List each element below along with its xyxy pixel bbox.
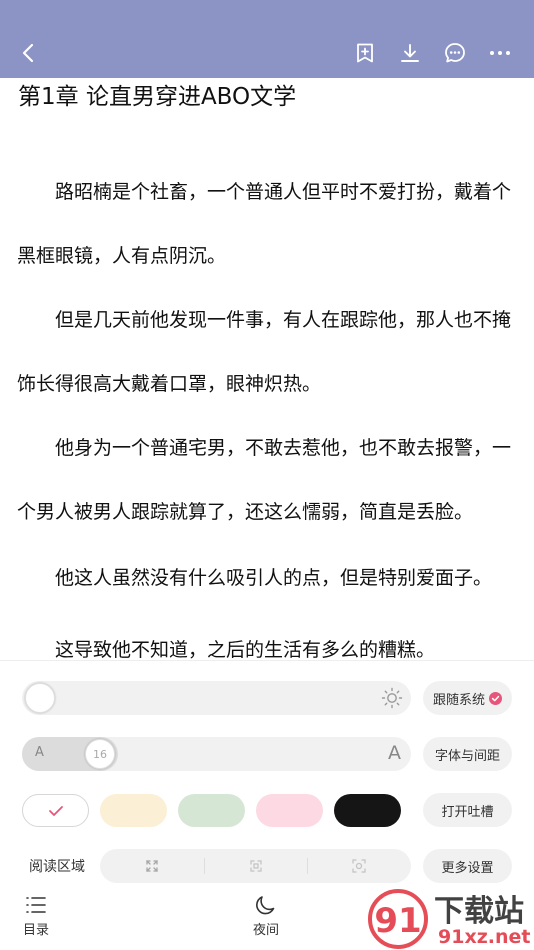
paragraph: 路昭楠是个社畜，一个普通人但平时不爱打扮，戴着个黑框眼镜，人有点阴沉。	[17, 181, 512, 267]
moon-icon	[256, 896, 275, 915]
paragraph: 但是几天前他发现一件事，有人在跟踪他，那人也不掩饰长得很高大戴着口罩，眼神炽热。	[17, 309, 512, 395]
nav-night-mode-label: 夜间	[252, 923, 279, 938]
expand-icon	[146, 860, 158, 872]
sun-icon	[381, 687, 403, 709]
download-icon	[401, 44, 419, 62]
reading-area-option-expand[interactable]	[100, 849, 204, 883]
check-icon	[48, 805, 63, 816]
comment-icon	[445, 43, 465, 63]
nav-table-of-contents-label: 目录	[22, 923, 49, 938]
brightness-slider[interactable]	[22, 681, 411, 715]
follow-system-label: 跟随系统	[432, 692, 485, 708]
follow-system-button[interactable]: 跟随系统	[423, 681, 512, 715]
font-spacing-label: 字体与间距	[434, 748, 500, 764]
theme-pink-swatch[interactable]	[256, 794, 323, 827]
fullscreen-icon	[249, 860, 262, 872]
font-size-value: 16	[93, 747, 107, 761]
theme-cream-swatch[interactable]	[100, 794, 167, 827]
brand-logo-number: 91	[374, 901, 421, 941]
watermark-brand-cn: 下载站	[434, 894, 524, 929]
reading-area-label: 阅读区域	[29, 859, 85, 875]
reading-area-option-focus[interactable]	[307, 849, 411, 883]
nav-night-mode[interactable]: 夜间	[236, 893, 296, 948]
more-button[interactable]	[485, 38, 515, 68]
chevron-left-icon	[22, 43, 34, 63]
brand-logo-icon: 91	[368, 889, 428, 949]
more-icon	[490, 51, 510, 55]
open-tucao-label: 打开吐槽	[441, 804, 494, 820]
reading-area-option-fullscreen[interactable]	[203, 849, 308, 883]
top-toolbar	[0, 0, 534, 78]
download-button[interactable]	[395, 38, 425, 68]
reading-area-selector	[100, 849, 411, 883]
font-size-slider[interactable]: A 16 A	[22, 737, 411, 771]
nav-table-of-contents[interactable]: 目录	[6, 893, 66, 948]
site-watermark-logo: 91 下载站 91xz.net	[362, 886, 534, 950]
chapter-title: 第1章 论直男穿进ABO文学	[18, 84, 297, 110]
open-tucao-button[interactable]: 打开吐槽	[423, 793, 512, 827]
paragraph: 他身为一个普通宅男，不敢去惹他，也不敢去报警，一个男人被男人跟踪就算了，还这么懦…	[17, 437, 512, 523]
list-icon	[26, 897, 46, 913]
bookmark-add-icon	[357, 43, 373, 63]
check-circle-icon	[489, 691, 502, 705]
theme-white-swatch[interactable]	[22, 794, 89, 827]
brightness-slider-handle[interactable]	[25, 683, 55, 713]
paragraph: 他这人虽然没有什么吸引人的点，但是特别爱面子。	[55, 567, 493, 589]
font-small-label: A	[35, 745, 44, 760]
watermark-brand-url: 91xz.net	[438, 926, 531, 948]
reading-content[interactable]: 第1章 论直男穿进ABO文学 路昭楠是个社畜，一个普通人但平时不爱打扮，戴着个黑…	[0, 78, 534, 660]
theme-dark-swatch[interactable]	[334, 794, 401, 827]
font-size-slider-handle[interactable]: 16	[85, 739, 115, 769]
more-settings-label: 更多设置	[441, 860, 494, 876]
paragraph: 这导致他不知道，之后的生活有多么的糟糕。	[55, 639, 436, 660]
focus-area-icon	[352, 859, 366, 873]
more-settings-button[interactable]: 更多设置	[423, 849, 512, 883]
back-button[interactable]	[14, 38, 44, 68]
theme-green-swatch[interactable]	[178, 794, 245, 827]
comment-button[interactable]	[440, 38, 470, 68]
bookmark-add-button[interactable]	[350, 38, 380, 68]
font-spacing-button[interactable]: 字体与间距	[423, 737, 512, 771]
font-large-label: A	[388, 742, 401, 764]
